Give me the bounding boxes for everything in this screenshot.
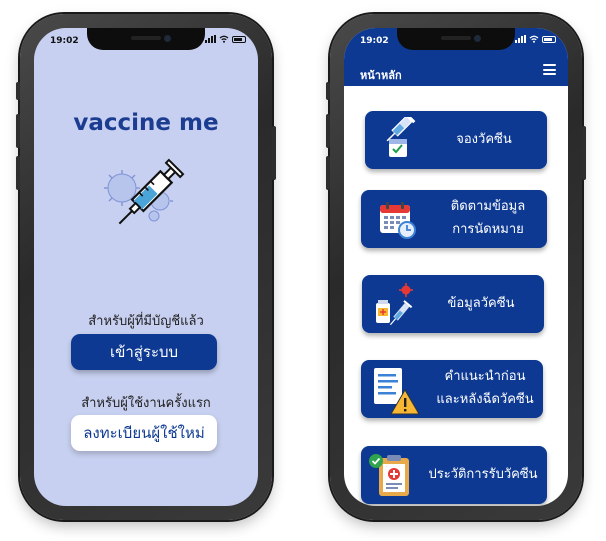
syringe-virus-icon xyxy=(104,158,185,225)
menu-card-label-line2: การนัดหมาย xyxy=(452,222,524,237)
page-title: หน้าหลัก xyxy=(360,69,402,82)
menu-card-label: จองวัคซีน xyxy=(456,132,512,147)
notch xyxy=(397,28,515,50)
syringe-vial-icon xyxy=(386,117,416,157)
medical-record-icon xyxy=(369,454,409,496)
login-button[interactable]: เข้าสู่ระบบ xyxy=(71,334,217,370)
calendar-clock-icon xyxy=(380,202,416,239)
menu-card-vaccine-history[interactable]: ประวัติการรับวัคซีน xyxy=(361,446,547,504)
brand-title: vaccine me xyxy=(73,110,219,136)
register-button[interactable]: ลงทะเบียนผู้ใช้ใหม่ xyxy=(71,415,217,451)
document-warning-icon xyxy=(374,368,420,415)
battery-icon xyxy=(232,35,246,43)
vaccine-bottle-icon xyxy=(376,283,413,326)
menu-card-book-vaccine[interactable]: จองวัคซีน xyxy=(365,111,547,169)
home-screen: หน้าหลัก 19:02 จองวัคซีน ติดตามข้อมูล กา… xyxy=(344,28,568,506)
phone-frame-login: 19:02 vaccine me สำหรับผู้ที่มีบัญชีแล้ว… xyxy=(16,14,276,520)
menu-card-label-line1: คำแนะนำก่อน xyxy=(444,369,526,384)
menu-card-label-line2: และหลังฉีดวัคซีน xyxy=(436,392,534,407)
status-time: 19:02 xyxy=(360,36,389,46)
menu-card-label: ประวัติการรับวัคซีน xyxy=(428,467,538,482)
menu-card-label-line1: ติดตามข้อมูล xyxy=(450,199,526,214)
menu-card-appointments[interactable]: ติดตามข้อมูล การนัดหมาย xyxy=(361,190,547,248)
hamburger-menu-icon[interactable] xyxy=(543,64,556,75)
signal-icon xyxy=(205,35,216,43)
menu-card-label: ข้อมูลวัคซีน xyxy=(447,296,515,311)
signal-icon xyxy=(515,35,526,43)
wifi-icon xyxy=(529,35,539,43)
existing-account-caption: สำหรับผู้ที่มีบัญชีแล้ว xyxy=(88,314,204,329)
battery-icon xyxy=(542,35,556,43)
notch xyxy=(87,28,205,50)
menu-card-advice[interactable]: คำแนะนำก่อน และหลังฉีดวัคซีน xyxy=(361,360,543,418)
phone-frame-home: หน้าหลัก 19:02 จองวัคซีน ติดตามข้อมูล กา… xyxy=(326,14,586,520)
status-time: 19:02 xyxy=(50,36,79,46)
login-screen: 19:02 vaccine me สำหรับผู้ที่มีบัญชีแล้ว… xyxy=(34,28,258,506)
new-user-caption: สำหรับผู้ใช้งานครั้งแรก xyxy=(81,396,211,411)
wifi-icon xyxy=(219,35,229,43)
menu-card-vaccine-info[interactable]: ข้อมูลวัคซีน xyxy=(362,275,544,333)
